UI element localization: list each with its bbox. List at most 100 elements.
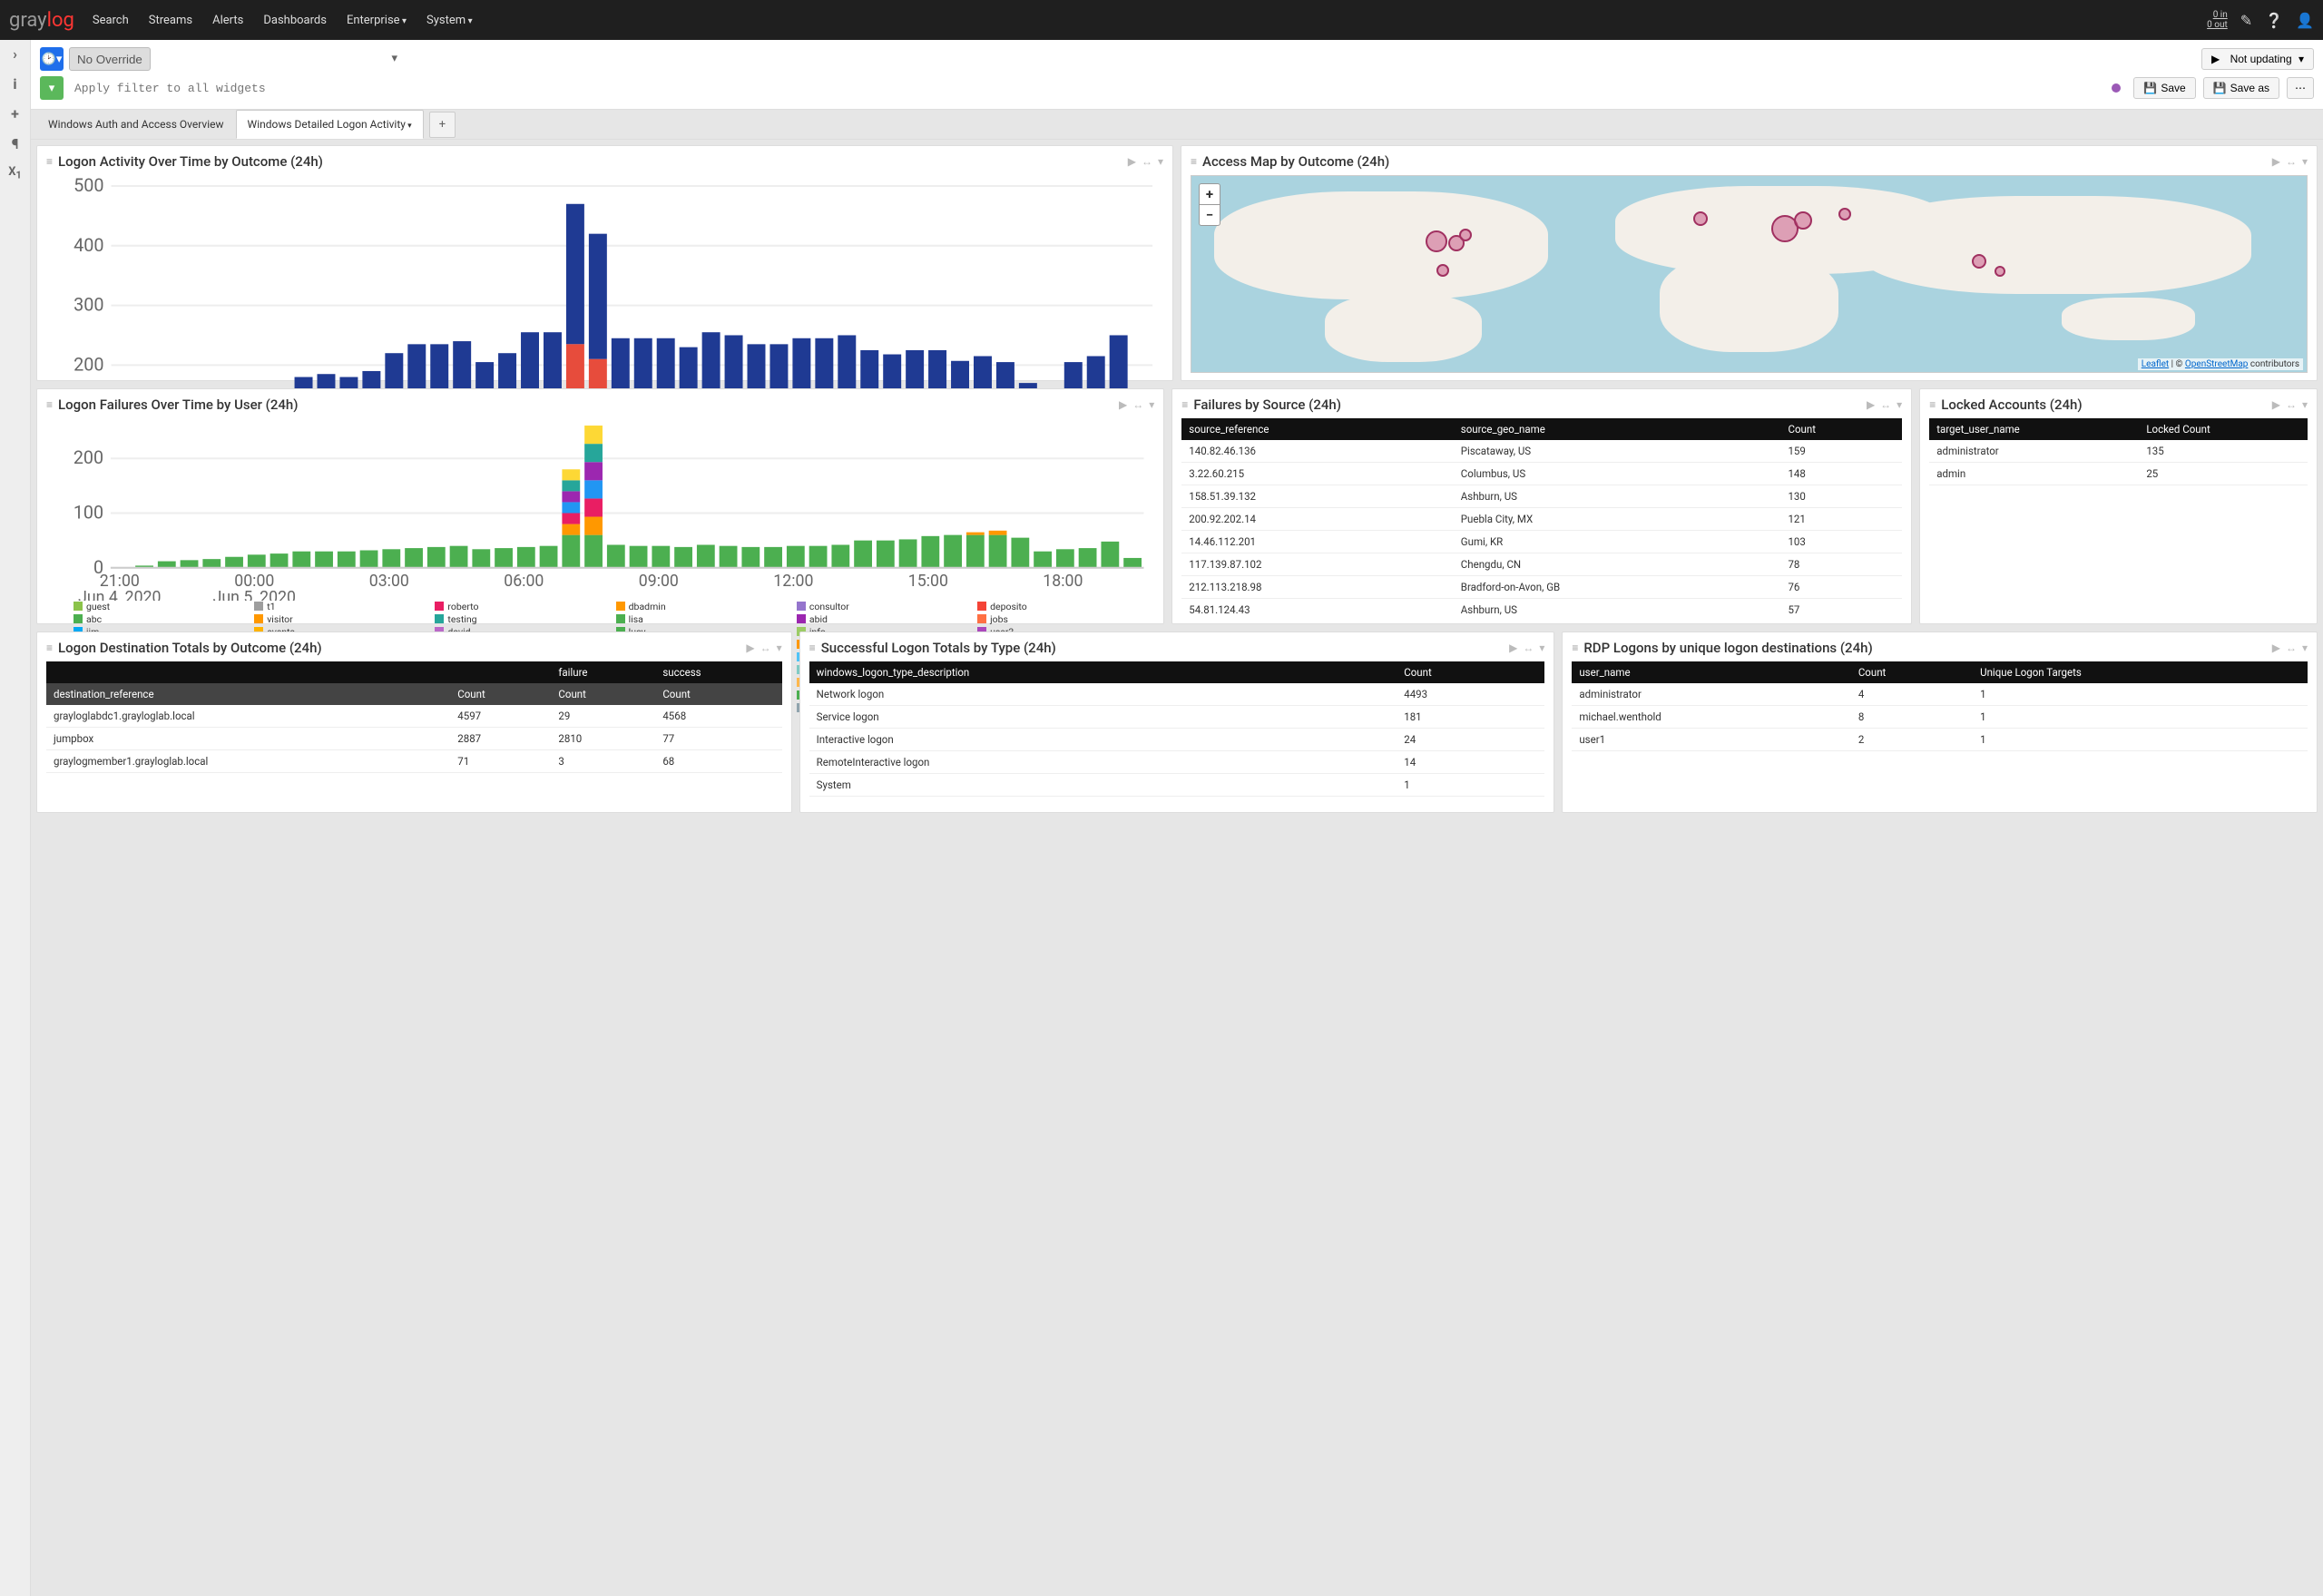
filter-toggle-button[interactable]: ▾ <box>40 76 64 100</box>
table-row[interactable]: 158.51.39.132Ashburn, US130 <box>1181 485 1902 508</box>
time-config-button[interactable]: 🕑▾ <box>40 47 64 71</box>
widget-play-icon[interactable]: ▶ <box>746 641 754 654</box>
drag-handle-icon[interactable]: ≡ <box>46 155 53 168</box>
tab-overview[interactable]: Windows Auth and Access Overview <box>36 110 236 139</box>
widget-move-icon[interactable]: ↔ <box>2286 155 2297 168</box>
table-row[interactable]: administrator135 <box>1929 440 2308 463</box>
drag-handle-icon[interactable]: ≡ <box>46 398 53 411</box>
widget-menu-icon[interactable]: ▾ <box>1897 398 1902 411</box>
widget-play-icon[interactable]: ▶ <box>1128 155 1136 168</box>
widget-menu-icon[interactable]: ▾ <box>2302 155 2308 168</box>
map-zoom-in[interactable]: + <box>1200 184 1220 205</box>
legend-item[interactable]: guest <box>74 601 250 612</box>
legend-item[interactable]: abc <box>74 613 250 625</box>
table-row[interactable]: user121 <box>1572 729 2308 751</box>
widget-menu-icon[interactable]: ▾ <box>777 641 782 654</box>
widget-move-icon[interactable]: ↔ <box>1142 155 1152 168</box>
widget-failures-by-source: ≡ Failures by Source (24h) ▶↔▾ source_re… <box>1171 388 1912 624</box>
widget-play-icon[interactable]: ▶ <box>1509 641 1517 654</box>
widget-play-icon[interactable]: ▶ <box>1119 398 1127 411</box>
drag-handle-icon[interactable]: ≡ <box>809 641 816 654</box>
table-row[interactable]: 140.82.46.136Piscataway, US159 <box>1181 440 1902 463</box>
legend-item[interactable]: dbadmin <box>616 601 793 612</box>
sidebar-subscript-icon[interactable]: X1 <box>8 165 21 181</box>
legend-item[interactable]: abid <box>797 613 974 625</box>
sidebar-info-icon[interactable]: i <box>13 75 16 93</box>
table-row[interactable]: Service logon181 <box>809 706 1545 729</box>
legend-item[interactable]: testing <box>435 613 612 625</box>
nav-streams[interactable]: Streams <box>149 14 192 27</box>
legend-item[interactable]: visitor <box>254 613 431 625</box>
leaflet-link[interactable]: Leaflet <box>2142 359 2169 369</box>
drag-handle-icon[interactable]: ≡ <box>1181 398 1188 411</box>
table-row[interactable]: michael.wenthold81 <box>1572 706 2308 729</box>
widget-menu-icon[interactable]: ▾ <box>1158 155 1163 168</box>
widget-title: Failures by Source (24h) <box>1193 397 1341 413</box>
table-row[interactable]: 14.46.112.201Gumi, KR103 <box>1181 531 1902 553</box>
table-row[interactable]: administrator41 <box>1572 683 2308 706</box>
legend-item[interactable]: jobs <box>977 613 1154 625</box>
table-row[interactable]: 117.139.87.102Chengdu, CN78 <box>1181 553 1902 576</box>
tab-add-button[interactable]: + <box>429 112 456 138</box>
save-button[interactable]: 💾 Save <box>2133 77 2195 99</box>
table-row[interactable]: grayloglabdc1.grayloglab.local4597294568 <box>46 705 782 728</box>
sidebar-paragraph-icon[interactable]: ¶ <box>12 135 19 152</box>
drag-handle-icon[interactable]: ≡ <box>46 641 53 654</box>
legend-item[interactable]: lisa <box>616 613 793 625</box>
legend-item[interactable]: deposito <box>977 601 1154 612</box>
widget-menu-icon[interactable]: ▾ <box>2302 398 2308 411</box>
save-as-button[interactable]: 💾 Save as <box>2203 77 2279 99</box>
sidebar-add-icon[interactable]: + <box>11 105 19 122</box>
table-row[interactable]: 3.22.60.215Columbus, US148 <box>1181 463 1902 485</box>
table-row[interactable]: System1 <box>809 774 1545 797</box>
legend-item[interactable]: t1 <box>254 601 431 612</box>
widget-play-icon[interactable]: ▶ <box>2272 398 2280 411</box>
drag-handle-icon[interactable]: ≡ <box>1929 398 1936 411</box>
locked-accounts-table: target_user_name Locked Count administra… <box>1929 418 2308 485</box>
widget-play-icon[interactable]: ▶ <box>2272 641 2280 654</box>
edit-icon[interactable]: ✎ <box>2240 12 2252 29</box>
nav-alerts[interactable]: Alerts <box>212 14 243 27</box>
filter-input[interactable] <box>69 76 2106 100</box>
tab-detailed-logon[interactable]: Windows Detailed Logon Activity <box>236 110 424 139</box>
nav-dashboards[interactable]: Dashboards <box>263 14 327 27</box>
map-zoom-out[interactable]: − <box>1200 205 1220 225</box>
nav-enterprise[interactable]: Enterprise <box>347 14 407 27</box>
widget-move-icon[interactable]: ↔ <box>760 641 771 654</box>
table-row[interactable]: Network logon4493 <box>809 683 1545 706</box>
user-icon[interactable]: 👤 <box>2296 12 2314 29</box>
timerange-override-select[interactable]: No Override <box>69 47 151 71</box>
drag-handle-icon[interactable]: ≡ <box>1572 641 1578 654</box>
widget-move-icon[interactable]: ↔ <box>2286 398 2297 411</box>
more-actions-button[interactable]: ⋯ <box>2287 77 2314 99</box>
widget-menu-icon[interactable]: ▾ <box>2302 641 2308 654</box>
legend-item[interactable]: consultor <box>797 601 974 612</box>
table-row[interactable]: jumpbox2887281077 <box>46 728 782 750</box>
widget-move-icon[interactable]: ↔ <box>1523 641 1534 654</box>
widget-menu-icon[interactable]: ▾ <box>1149 398 1154 411</box>
svg-text:Jun 5, 2020: Jun 5, 2020 <box>213 588 296 601</box>
drag-handle-icon[interactable]: ≡ <box>1191 155 1197 168</box>
table-row[interactable]: 212.113.218.98Bradford-on-Avon, GB76 <box>1181 576 1902 599</box>
osm-link[interactable]: OpenStreetMap <box>2185 359 2249 369</box>
table-row[interactable]: 200.92.202.14Puebla City, MX121 <box>1181 508 1902 531</box>
refresh-button[interactable]: ▶ Not updating ▾ <box>2201 48 2314 70</box>
widget-play-icon[interactable]: ▶ <box>2272 155 2280 168</box>
widget-move-icon[interactable]: ↔ <box>1880 398 1891 411</box>
table-row[interactable]: 54.81.124.43Ashburn, US57 <box>1181 599 1902 617</box>
widget-play-icon[interactable]: ▶ <box>1867 398 1875 411</box>
table-row[interactable]: Interactive logon24 <box>809 729 1545 751</box>
table-row[interactable]: graylogmember1.grayloglab.local71368 <box>46 750 782 773</box>
table-row[interactable]: RemoteInteractive logon14 <box>809 751 1545 774</box>
nav-search[interactable]: Search <box>93 14 129 27</box>
widget-move-icon[interactable]: ↔ <box>1132 398 1143 411</box>
help-icon[interactable]: ❔ <box>2265 12 2283 29</box>
nav-system[interactable]: System <box>426 14 473 27</box>
legend-item[interactable]: roberto <box>435 601 612 612</box>
svg-text:400: 400 <box>74 234 103 256</box>
access-map[interactable]: + − Leaflet | © OpenStreetMap contributo… <box>1191 175 2308 373</box>
widget-menu-icon[interactable]: ▾ <box>1539 641 1544 654</box>
sidebar-collapse-icon[interactable]: › <box>13 45 17 63</box>
widget-move-icon[interactable]: ↔ <box>2286 641 2297 654</box>
table-row[interactable]: admin25 <box>1929 463 2308 485</box>
